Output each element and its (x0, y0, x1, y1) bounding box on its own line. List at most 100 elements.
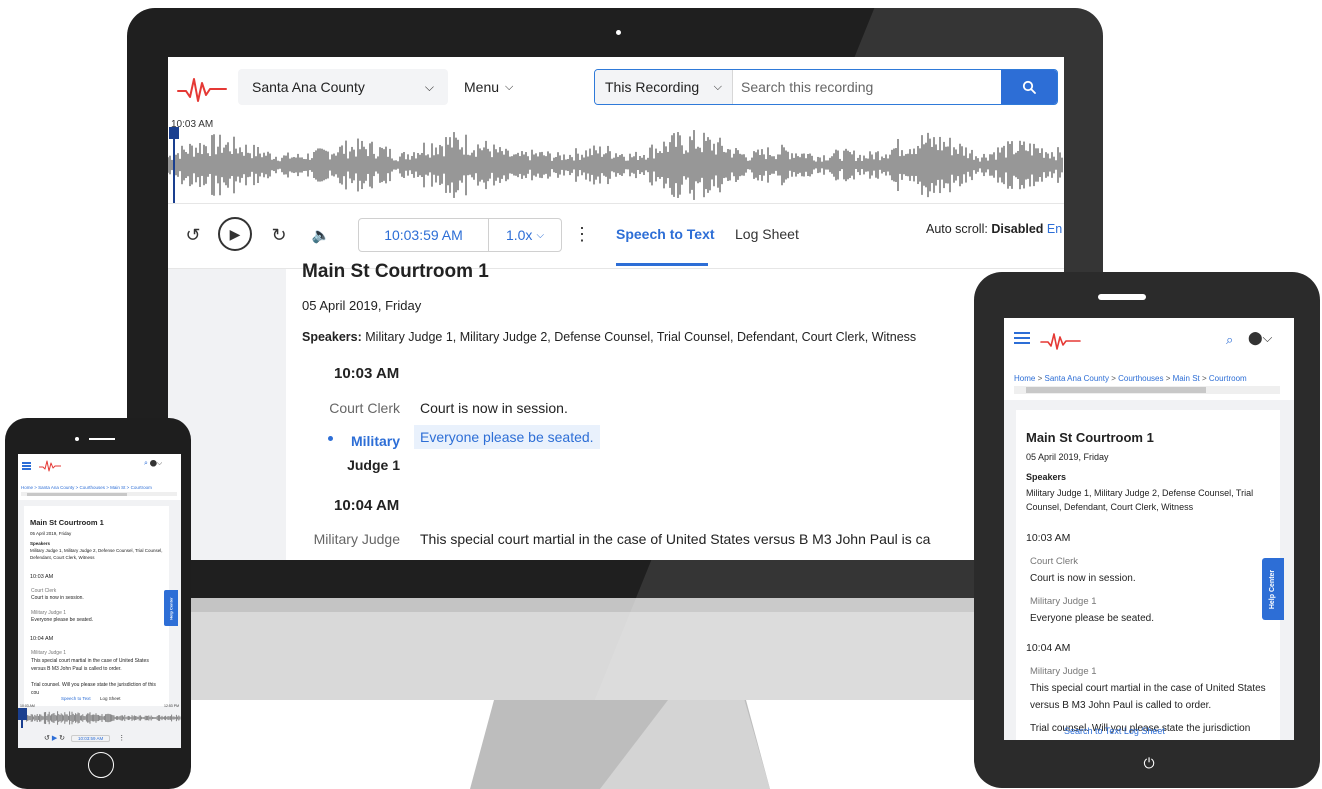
desktop-screen: Santa Ana County ⌵ Menu ⌵ This Recording… (168, 57, 1064, 560)
county-select-label: Santa Ana County (252, 79, 365, 95)
phone-camera (75, 437, 79, 441)
play-icon[interactable]: ▶ (52, 735, 57, 742)
speakers-label: Speakers (1026, 472, 1067, 482)
breadcrumb[interactable]: Home > Santa Ana County > Courthouses > … (21, 485, 152, 490)
transcript-line[interactable]: Everyone please be seated. (1030, 610, 1268, 627)
forward-5-icon[interactable]: ↻ (59, 735, 65, 742)
transcript-line[interactable]: Trial counsel. Will you please state the… (31, 681, 163, 697)
autoscroll-status: Auto scroll: Disabled En (926, 222, 1062, 236)
rewind-5-icon[interactable]: ↺ (44, 735, 50, 742)
speaker-name: Military Judge 1 (1030, 666, 1097, 677)
autoscroll-value: Disabled (991, 222, 1044, 236)
waveform-graph[interactable] (18, 708, 181, 728)
user-menu-icon[interactable]: ⬤⌵ (150, 460, 162, 467)
app-logo[interactable] (1040, 330, 1082, 352)
transcript-timestamp[interactable]: 10:04 AM (30, 636, 53, 642)
app-logo[interactable] (176, 73, 228, 105)
menu-button[interactable]: Menu ⌵ (464, 69, 513, 105)
transcript-timestamp[interactable]: 10:04 AM (1026, 642, 1070, 654)
speaker-name-line1: Military (350, 433, 400, 449)
transcript-timestamp[interactable]: 10:03 AM (1026, 532, 1070, 544)
volume-icon[interactable]: 🔈 (308, 222, 334, 248)
transcript-line[interactable]: Court is now in session. (31, 594, 163, 602)
search-input[interactable] (733, 70, 1001, 104)
current-time[interactable]: 10:03:59 AM (359, 219, 489, 251)
audio-waveform[interactable]: 10:03 AM (168, 119, 1064, 203)
tab-speech-to-text[interactable]: Speech to Text (61, 696, 91, 701)
courtroom-title: Main St Courtroom 1 (302, 261, 489, 282)
search-button[interactable] (1001, 70, 1057, 104)
hamburger-menu-icon[interactable] (1014, 332, 1030, 344)
tab-speech-to-text[interactable]: Speech to Text (616, 226, 715, 242)
courtroom-title: Main St Courtroom 1 (30, 518, 104, 527)
transcript-timestamp[interactable]: 10:04 AM (334, 497, 399, 514)
breadcrumb-county[interactable]: Santa Ana County (1044, 374, 1109, 383)
monitor-camera (616, 30, 621, 35)
breadcrumb-scrollbar[interactable] (21, 492, 177, 496)
session-date: 05 April 2019, Friday (30, 531, 72, 536)
app-logo[interactable] (38, 459, 62, 473)
transcript-line[interactable]: This special court martial in the case o… (31, 657, 163, 673)
chevron-down-icon: ⌵ (713, 80, 722, 93)
app-header: Santa Ana County ⌵ Menu ⌵ This Recording… (168, 57, 1064, 119)
help-center-tab[interactable]: Help Center (1262, 558, 1284, 620)
breadcrumb-courthouses[interactable]: Courthouses (1118, 374, 1163, 383)
speaker-name: Court Clerk (329, 400, 400, 416)
user-menu-icon[interactable]: ⬤⌵ (1248, 330, 1272, 346)
breadcrumb-scrollbar[interactable] (1014, 386, 1280, 394)
transcript-line[interactable]: This special court martial in the case o… (1030, 680, 1268, 714)
transcript-card: Main St Courtroom 1 05 April 2019, Frida… (286, 261, 1064, 560)
speakers-names: Military Judge 1, Military Judge 2, Defe… (365, 330, 917, 344)
tab-log-sheet[interactable]: Log Sheet (100, 696, 121, 701)
tablet-speaker (1098, 294, 1146, 300)
playhead-handle (18, 708, 27, 720)
rewind-5-icon[interactable]: ↺ (180, 222, 206, 248)
transcript-line-active[interactable]: Everyone please be seated. (414, 425, 600, 449)
play-button[interactable]: ▶ (218, 217, 252, 251)
breadcrumb-main-st[interactable]: Main St (1173, 374, 1200, 383)
search-scope-label: This Recording (605, 79, 700, 95)
help-center-label: Help Center (1269, 569, 1277, 609)
speaker-name: Military Judge 1 (1030, 596, 1097, 607)
playhead-handle (169, 127, 179, 139)
speaker-name: Military Judge (313, 531, 400, 547)
tablet-tabs-overlay[interactable]: Search to Text Log Sheet (1064, 726, 1165, 736)
hamburger-menu-icon[interactable] (22, 462, 31, 470)
playback-rate-select[interactable]: 1.0x ⌵ (489, 219, 561, 251)
enable-autoscroll-link[interactable]: En (1047, 222, 1062, 236)
breadcrumb-courtroom[interactable]: Courtroom (1209, 374, 1247, 383)
chevron-down-icon: ⌵ (505, 80, 514, 93)
search-scope-select[interactable]: This Recording ⌵ (595, 70, 733, 104)
search-icon (1022, 80, 1036, 94)
monitor-chin-shade (127, 598, 1103, 612)
more-options-icon[interactable]: ⋮ (573, 224, 591, 245)
transcript-line[interactable]: Court is now in session. (420, 400, 568, 416)
current-time[interactable]: 10:03:59 AM (71, 735, 111, 742)
speakers-list: Military Judge 1, Military Judge 2, Defe… (1026, 488, 1254, 512)
play-icon: ▶ (229, 225, 241, 242)
breadcrumb-home[interactable]: Home (1014, 374, 1035, 383)
transcript-line[interactable]: Court is now in session. (1030, 570, 1268, 587)
search-icon[interactable]: ⌕ (1226, 332, 1233, 348)
help-center-tab[interactable]: Help Center (164, 590, 178, 626)
search-bar: This Recording ⌵ (594, 69, 1058, 105)
phone-speaker (89, 438, 115, 440)
tab-log-sheet[interactable]: Log Sheet (735, 226, 799, 242)
speakers-list: Speakers: Military Judge 1, Military Jud… (302, 330, 916, 344)
home-button (88, 752, 114, 778)
transcript-line[interactable]: This special court martial in the case o… (420, 531, 930, 547)
transcript-line[interactable]: Everyone please be seated. (31, 616, 163, 624)
more-options-icon[interactable]: ⋮ (118, 735, 125, 742)
device-mockup-stage: Santa Ana County ⌵ Menu ⌵ This Recording… (0, 0, 1322, 789)
transcript-timestamp[interactable]: 10:03 AM (30, 574, 53, 580)
transcript-timestamp[interactable]: 10:03 AM (334, 365, 399, 382)
courtroom-title: Main St Courtroom 1 (1026, 430, 1154, 445)
forward-5-icon[interactable]: ↻ (266, 222, 292, 248)
tablet-screen: ⌕ ⬤⌵ Home > Santa Ana County > Courthous… (1004, 318, 1294, 740)
chevron-down-icon: ⌵ (536, 229, 545, 241)
power-icon: ⏻ (1143, 754, 1155, 771)
waveform-graph[interactable] (168, 127, 1064, 203)
county-select[interactable]: Santa Ana County ⌵ (238, 69, 448, 105)
session-date: 05 April 2019, Friday (1026, 452, 1109, 462)
search-icon[interactable]: ⌕ (144, 460, 148, 467)
